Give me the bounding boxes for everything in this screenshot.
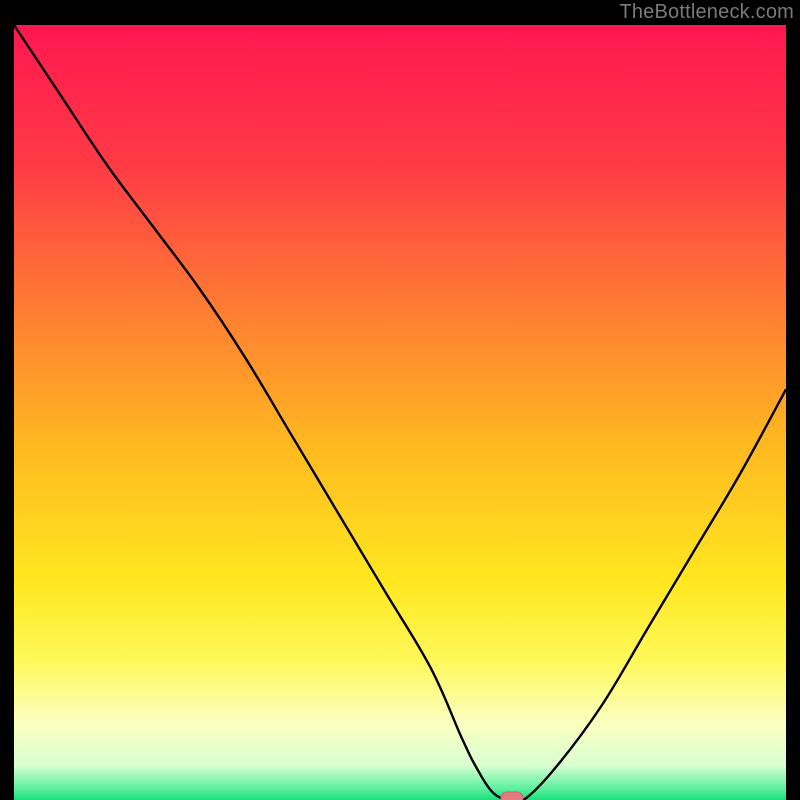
watermark-text: TheBottleneck.com bbox=[619, 1, 794, 24]
bottleneck-chart bbox=[14, 25, 786, 800]
plot-area bbox=[14, 25, 786, 800]
gradient-background bbox=[14, 25, 786, 800]
chart-frame: TheBottleneck.com bbox=[0, 0, 800, 800]
optimum-marker bbox=[501, 792, 523, 800]
